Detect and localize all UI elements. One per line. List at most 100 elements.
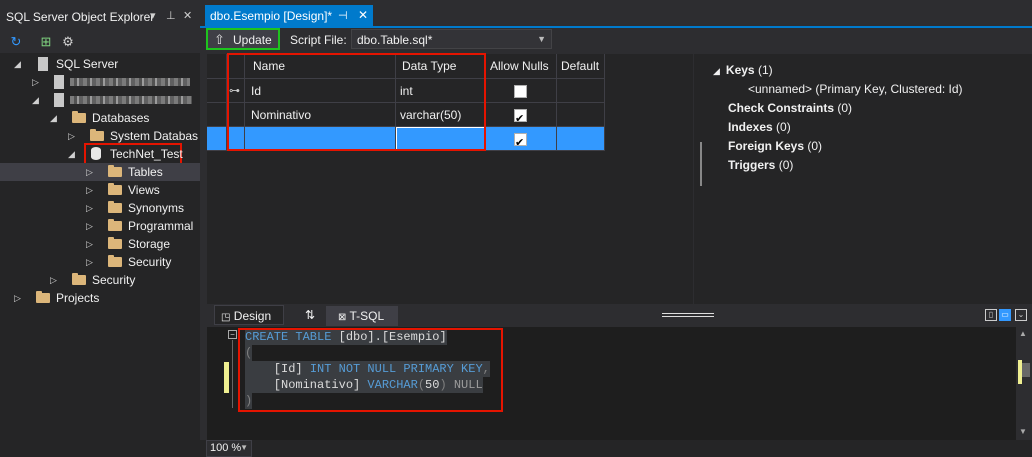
cell-default[interactable] [557,103,605,127]
expand-arrow-icon[interactable]: ▷ [68,127,78,145]
collapse-arrow-icon[interactable]: ◢ [68,145,78,163]
tree-node-synonyms[interactable]: ▷ Synonyms [0,199,200,217]
expand-arrow-icon[interactable]: ▷ [86,217,96,235]
group-icon[interactable]: ⚙ [60,34,76,50]
outline-line [232,340,233,408]
chevron-down-icon: ▼ [240,443,248,452]
tree-node-programmability[interactable]: ▷ Programmal [0,217,200,235]
tree-node-sql-server[interactable]: ◢ SQL Server [0,55,200,73]
tree-label: Programmal [128,219,194,233]
scroll-thumb[interactable] [1022,363,1030,377]
tree-node-server-2[interactable]: ◢ [0,91,200,109]
document-tab-title: dbo.Esempio [Design]* [210,9,333,23]
split-vertical-icon[interactable]: ▯ [985,309,997,321]
collapse-arrow-icon[interactable]: ◢ [32,91,42,109]
expand-arrow-icon[interactable]: ▷ [86,163,96,181]
row-selector[interactable] [207,103,227,127]
expand-arrow-icon[interactable]: ▷ [86,253,96,271]
tree-label: TechNet_Test [110,147,183,161]
tree-node-technet-test[interactable]: ◢ TechNet_Test [0,143,200,165]
change-marker [224,362,229,393]
split-horizontal-icon[interactable]: ▭ [999,309,1011,321]
expand-arrow-icon[interactable]: ▷ [86,181,96,199]
allow-nulls-checkbox[interactable] [514,107,527,131]
tree-label: Storage [128,237,171,251]
allow-nulls-checkbox[interactable] [514,85,527,98]
tab-design[interactable]: ◳ Design [214,305,284,325]
tree-node-tables[interactable]: ▷ Tables [0,163,200,181]
keys-node[interactable]: ◢ Keys (1) [713,63,773,77]
expand-arrow-icon[interactable]: ▷ [86,199,96,217]
scroll-up-icon[interactable]: ▲ [1019,329,1027,338]
swap-panes-button[interactable]: ⇅ [298,305,322,325]
allow-nulls-checkbox[interactable] [514,131,527,155]
design-icon: ◳ [221,312,231,323]
update-button-label: Update [233,33,272,47]
database-icon [91,147,101,160]
foreign-keys-count: (0) [807,139,823,153]
cell-allow-nulls [486,79,557,103]
tree-label: Views [128,183,160,197]
panel-menu-icon[interactable]: ▾ [150,9,156,22]
document-tab[interactable]: dbo.Esempio [Design]* ⊣ ✕ [205,5,373,27]
update-button[interactable]: ⇧ Update [206,28,280,50]
highlight-box [227,53,486,151]
collapse-pane-icon[interactable]: ⌄ [1015,309,1027,321]
vertical-scrollbar[interactable]: ▲ ▼ [1016,327,1032,440]
triggers-node[interactable]: Triggers (0) [728,158,793,172]
indexes-node[interactable]: Indexes (0) [728,120,791,134]
folder-icon [90,129,104,141]
tree-node-security-db[interactable]: ▷ Security [0,253,200,271]
tree-node-databases[interactable]: ◢ Databases [0,109,200,127]
tsql-icon: ⊠ [338,312,347,323]
check-constraints-node[interactable]: Check Constraints (0) [728,101,852,115]
cell-allow-nulls [486,103,557,131]
expand-arrow-icon[interactable]: ▷ [14,289,24,307]
primary-key-item[interactable]: <unnamed> (Primary Key, Clustered: Id) [748,82,963,96]
collapse-region-icon[interactable]: − [228,330,237,339]
object-explorer-toolbar: ↻ ⊞ ⚙ [0,31,200,53]
pin-icon[interactable]: ⊥ [166,9,176,22]
indexes-count: (0) [776,120,791,134]
foreign-keys-node[interactable]: Foreign Keys (0) [728,139,822,153]
expand-arrow-icon[interactable]: ▷ [50,271,60,289]
expand-arrow-icon[interactable]: ▷ [32,73,42,91]
object-explorer-titlebar: SQL Server Object Explorer ▾ ⊥ ✕ [0,0,200,31]
chevron-down-icon: ▼ [537,34,546,44]
script-file-select[interactable]: dbo.Table.sql* ▼ [351,29,552,49]
row-selector[interactable] [207,127,227,151]
close-icon[interactable]: ✕ [183,9,192,22]
indexes-label: Indexes [728,120,773,134]
expand-arrow-icon[interactable]: ▷ [86,235,96,253]
server-icon [38,57,48,71]
zoom-select[interactable]: 100 % ▼ [206,440,252,457]
collapse-arrow-icon[interactable]: ◢ [50,109,60,127]
header-allow-nulls[interactable]: Allow Nulls [486,54,557,79]
header-default[interactable]: Default [557,54,605,79]
scroll-down-icon[interactable]: ▼ [1019,427,1027,436]
tree-label: Tables [128,165,163,179]
script-file-label: Script File: [290,33,347,47]
collapse-arrow-icon[interactable]: ◢ [14,55,24,73]
add-server-icon[interactable]: ⊞ [38,34,54,50]
cell-default[interactable] [557,79,605,103]
splitter-grip[interactable] [700,142,702,186]
tree-node-views[interactable]: ▷ Views [0,181,200,199]
tree-node-security-server[interactable]: ▷ Security [0,271,200,289]
tree-node-projects[interactable]: ▷ Projects [0,289,200,307]
collapse-arrow-icon[interactable]: ◢ [713,66,720,76]
tree-node-server-1[interactable]: ▷ [0,73,200,91]
pin-icon[interactable]: ⊣ [338,9,348,22]
cell-default[interactable] [557,127,605,151]
tab-tsql[interactable]: ⊠ T-SQL [326,306,398,326]
tree-node-storage[interactable]: ▷ Storage [0,235,200,253]
tree-label: Security [92,273,136,287]
refresh-icon[interactable]: ↻ [8,34,24,50]
zoom-value: 100 % [210,442,242,454]
cell-allow-nulls [486,127,557,155]
row-selector[interactable] [207,79,227,103]
folder-icon [108,255,122,267]
close-tab-icon[interactable]: ✕ [358,8,368,22]
editor-status-bar [200,440,1032,457]
splitter-grip[interactable] [662,313,714,317]
